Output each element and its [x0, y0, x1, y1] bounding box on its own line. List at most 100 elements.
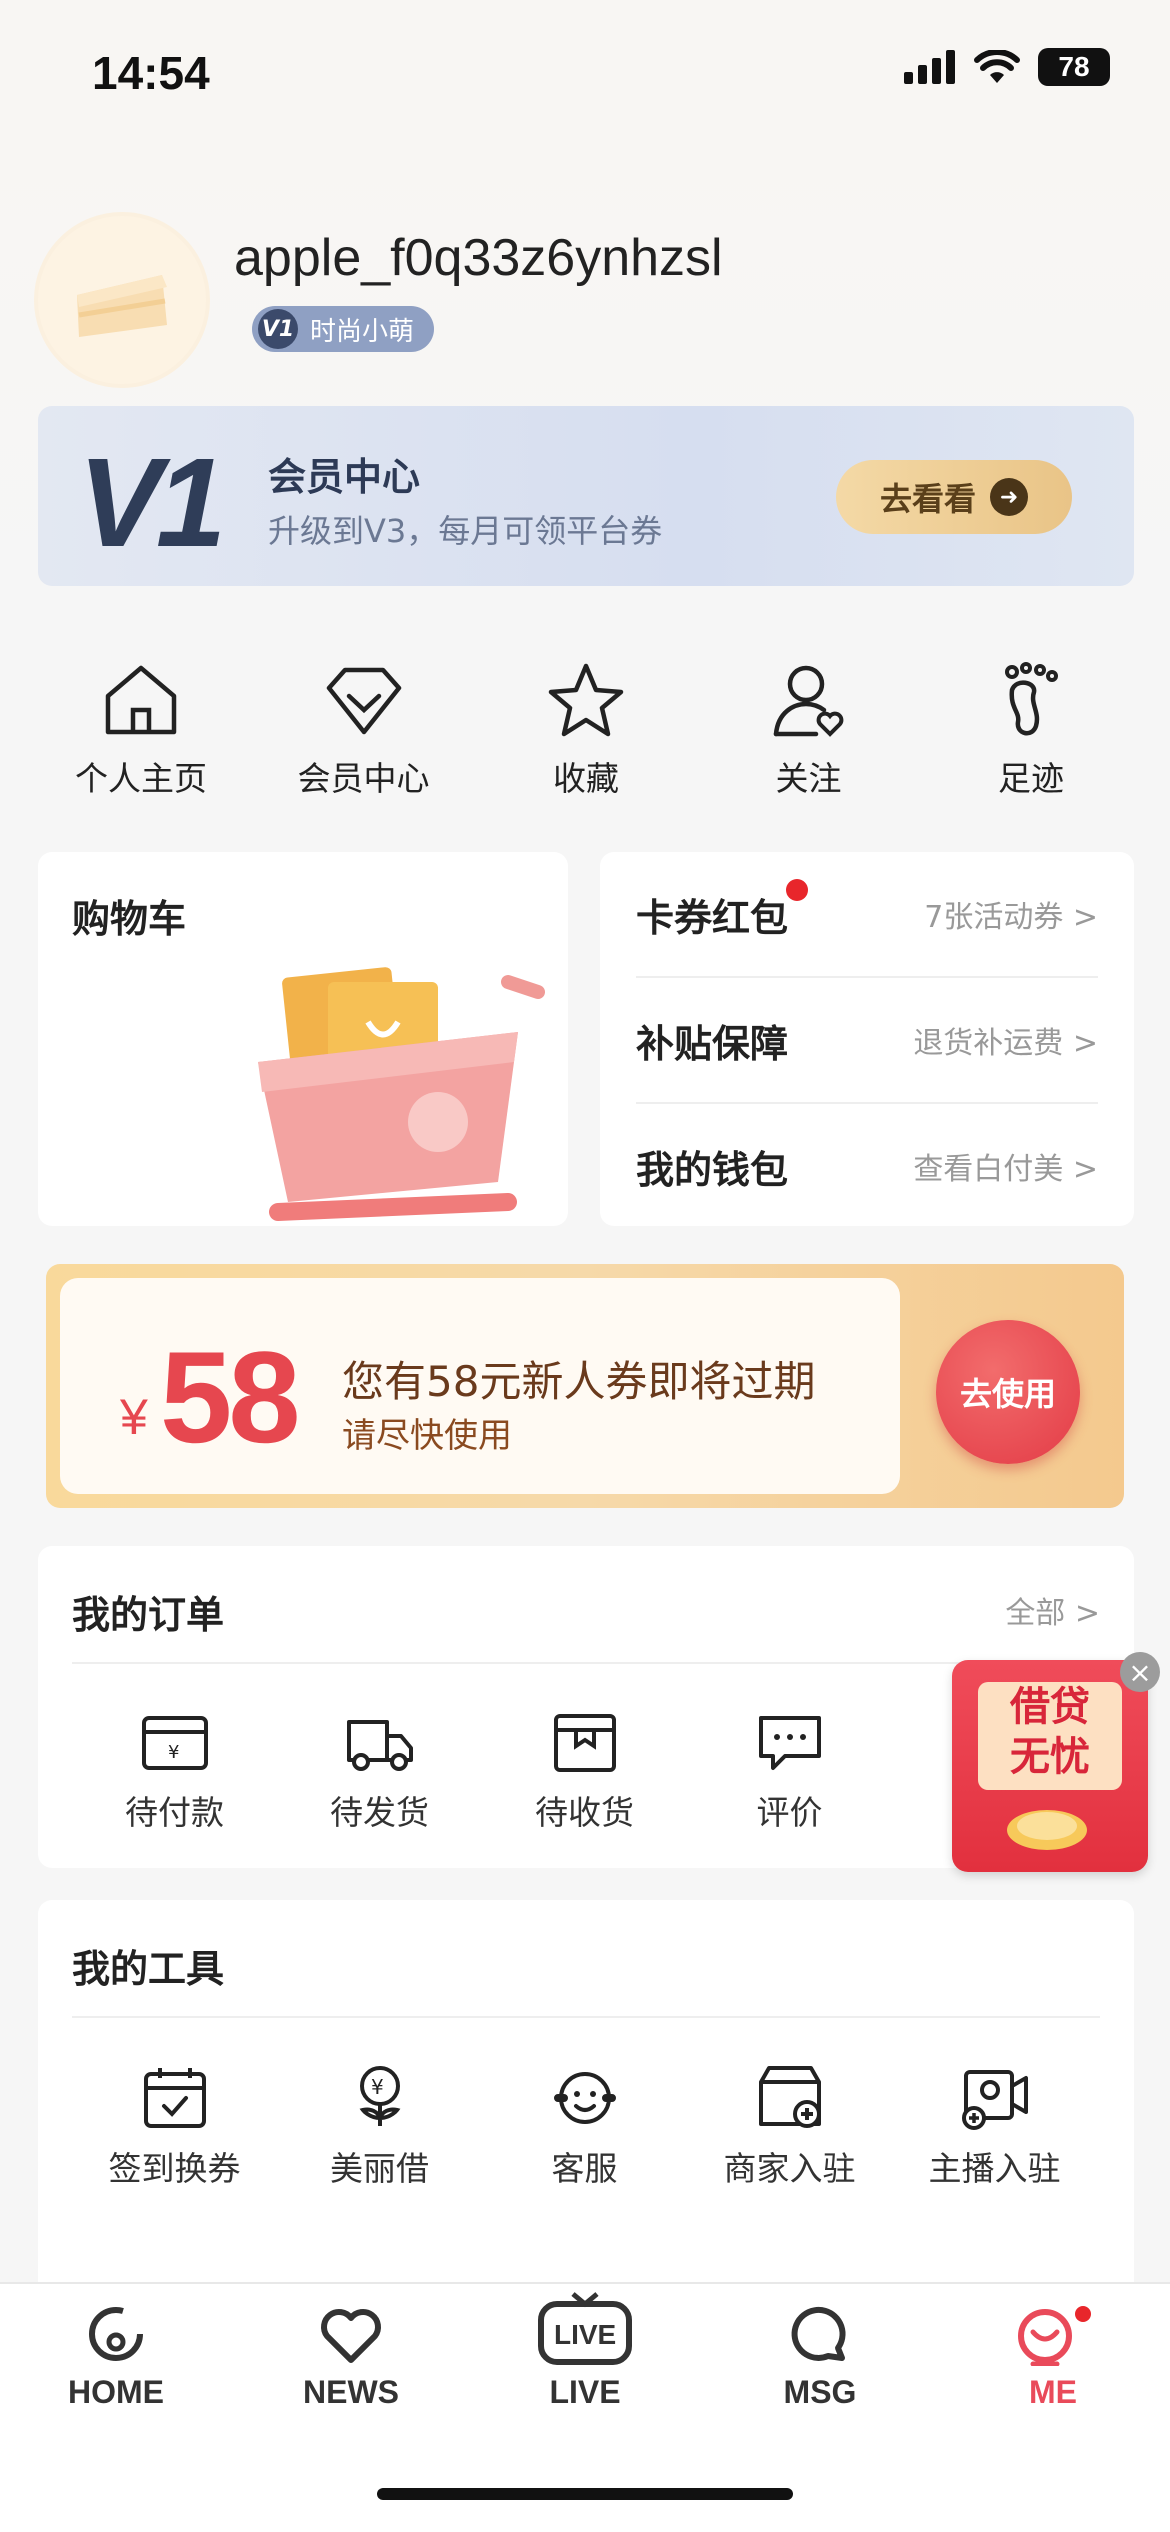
user-heart-icon — [773, 665, 843, 737]
store-add-icon — [758, 2066, 821, 2128]
wallet-panel: 卡券红包 7张活动券 > 补贴保障 退货补运费 > 我的钱包 查看白付美 > — [600, 852, 1134, 1226]
truck-icon — [346, 1720, 413, 1771]
quick-link-member-center[interactable]: 会员中心 — [259, 660, 469, 800]
star-icon — [548, 663, 624, 737]
quick-link-homepage[interactable]: 个人主页 — [36, 660, 246, 800]
wifi-icon — [974, 50, 1020, 83]
tab-news[interactable]: NEWS — [276, 2306, 426, 2411]
status-icons: 78 — [904, 48, 1110, 86]
coupons-value: 7张活动券 > — [924, 900, 1098, 935]
wallet-icon: ¥ — [141, 1716, 208, 1770]
subsidy-label: 补贴保障 — [636, 1021, 789, 1066]
vip-level-text: V1 — [78, 432, 226, 573]
tool-label: 商家入驻 — [723, 2149, 856, 2188]
username: apple_f0q33z6ynhzsl — [234, 229, 723, 287]
quick-link-footprints[interactable]: 足迹 — [926, 660, 1136, 800]
cart-card[interactable]: 购物车 — [38, 852, 568, 1226]
camera-user-icon — [961, 2070, 1028, 2130]
tab-me[interactable]: ME — [978, 2306, 1128, 2411]
home-indicator[interactable] — [377, 2488, 793, 2500]
subsidy-value: 退货补运费 > — [913, 1026, 1098, 1061]
order-pending-receipt[interactable]: 待收货 — [482, 1712, 687, 1834]
notification-dot — [786, 878, 809, 901]
tool-label: 主播入驻 — [928, 2149, 1061, 2188]
tool-streamer-join[interactable]: 主播入驻 — [892, 2064, 1097, 2190]
close-icon[interactable]: × — [1120, 1652, 1160, 1692]
order-item-label: 待收货 — [535, 1793, 634, 1832]
tools-icon-row: 签到换券 ¥ 美丽借 客服 商家入驻 主播入驻 — [72, 2064, 1100, 2190]
order-review[interactable]: 评价 — [687, 1712, 892, 1834]
heart-icon — [321, 2309, 381, 2363]
cellular-signal-icon — [904, 50, 955, 84]
vip-card[interactable]: V1 会员中心 升级到V3，每月可领平台券 去看看 ➜ — [38, 406, 1134, 586]
quick-link-label: 关注 — [775, 759, 842, 798]
order-pending-shipment[interactable]: 待发货 — [277, 1712, 482, 1834]
tool-customer-service[interactable]: 客服 — [482, 2064, 687, 2190]
tool-merchant-join[interactable]: 商家入驻 — [687, 2064, 892, 2190]
coupon-message: 您有58元新人券即将过期 — [342, 1357, 816, 1406]
quick-link-label: 会员中心 — [297, 759, 430, 798]
tool-label: 客服 — [551, 2149, 618, 2188]
divider — [72, 2016, 1100, 2018]
message-icon — [791, 2306, 846, 2361]
tab-label: MSG — [783, 2374, 857, 2410]
level-badge[interactable]: V1 时尚小萌 — [252, 306, 435, 352]
tools-section: 我的工具 签到换券 ¥ 美丽借 客服 商家入驻 主播入驻 — [38, 1900, 1134, 2300]
avatar[interactable] — [34, 212, 210, 388]
tab-live[interactable]: LIVE LIVE — [510, 2288, 660, 2411]
orders-all-link[interactable]: 全部 > — [1005, 1588, 1100, 1632]
tool-checkin[interactable]: 签到换券 — [72, 2064, 277, 2190]
shopping-cart-illustration — [258, 967, 545, 1221]
tool-loan[interactable]: ¥ 美丽借 — [277, 2064, 482, 2190]
coupon-hint: 请尽快使用 — [342, 1416, 512, 1456]
money-plant-icon: ¥ — [359, 2066, 400, 2126]
cart-title: 购物车 — [72, 897, 187, 941]
tools-title: 我的工具 — [72, 1947, 225, 1991]
quick-link-label: 足迹 — [998, 759, 1064, 798]
quick-link-favorites[interactable]: 收藏 — [481, 660, 691, 800]
tab-home[interactable]: HOME — [41, 2306, 191, 2411]
package-icon — [553, 1714, 616, 1772]
home-tab-icon — [89, 2307, 143, 2361]
vip-go-button[interactable]: 去看看 ➜ — [836, 460, 1072, 534]
quick-link-following[interactable]: 关注 — [704, 660, 914, 800]
coupon-amount: 58 — [160, 1324, 301, 1470]
cake-avatar-icon — [77, 275, 167, 337]
tab-msg[interactable]: MSG — [745, 2306, 895, 2411]
orders-title: 我的订单 — [72, 1593, 225, 1637]
order-item-label: 评价 — [756, 1793, 823, 1832]
tool-label: 签到换券 — [108, 2149, 241, 2188]
order-pending-payment[interactable]: ¥ 待付款 — [72, 1712, 277, 1834]
subsidy-row[interactable]: 补贴保障 退货补运费 > — [636, 978, 1098, 1102]
coupon-banner[interactable]: ¥ 58 您有58元新人券即将过期 请尽快使用 去使用 — [46, 1264, 1124, 1508]
tab-label: NEWS — [303, 2374, 399, 2410]
vip-go-label: 去看看 — [879, 480, 976, 518]
divider — [72, 1662, 1100, 1664]
diamond-icon — [326, 667, 401, 735]
battery-indicator: 78 — [1038, 48, 1110, 86]
level-badge-icon: V1 — [258, 309, 298, 349]
live-tv-icon: LIVE — [538, 2292, 632, 2365]
coupon-currency: ¥ — [120, 1389, 148, 1445]
use-coupon-button[interactable]: 去使用 — [936, 1320, 1080, 1464]
order-item-label: 待付款 — [125, 1793, 224, 1832]
comment-icon — [758, 1716, 821, 1770]
orders-icon-row: ¥ 待付款 待发货 待收货 评价 退 — [72, 1712, 1100, 1834]
wallet-label: 我的钱包 — [636, 1147, 789, 1192]
wallet-value: 查看白付美 > — [913, 1152, 1098, 1187]
coupons-row[interactable]: 卡券红包 7张活动券 > — [636, 852, 1098, 976]
vip-title: 会员中心 — [268, 455, 421, 499]
vip-subtitle: 升级到V3，每月可领平台券 — [268, 512, 663, 550]
svg-text:LIVE: LIVE — [554, 2319, 616, 2350]
level-name: 时尚小萌 — [310, 316, 415, 347]
tab-label: LIVE — [549, 2374, 621, 2410]
home-icon — [105, 665, 177, 735]
floating-loan-ad[interactable]: 借贷 无忧 × — [952, 1652, 1160, 1872]
quick-link-label: 收藏 — [553, 759, 619, 798]
quick-link-label: 个人主页 — [75, 759, 207, 798]
svg-text:¥: ¥ — [371, 2075, 384, 2099]
coupons-label: 卡券红包 — [636, 878, 809, 942]
loan-ad-text-line2: 无忧 — [1010, 1734, 1090, 1780]
tab-label: ME — [1029, 2374, 1077, 2410]
wallet-row[interactable]: 我的钱包 查看白付美 > — [636, 1104, 1098, 1228]
